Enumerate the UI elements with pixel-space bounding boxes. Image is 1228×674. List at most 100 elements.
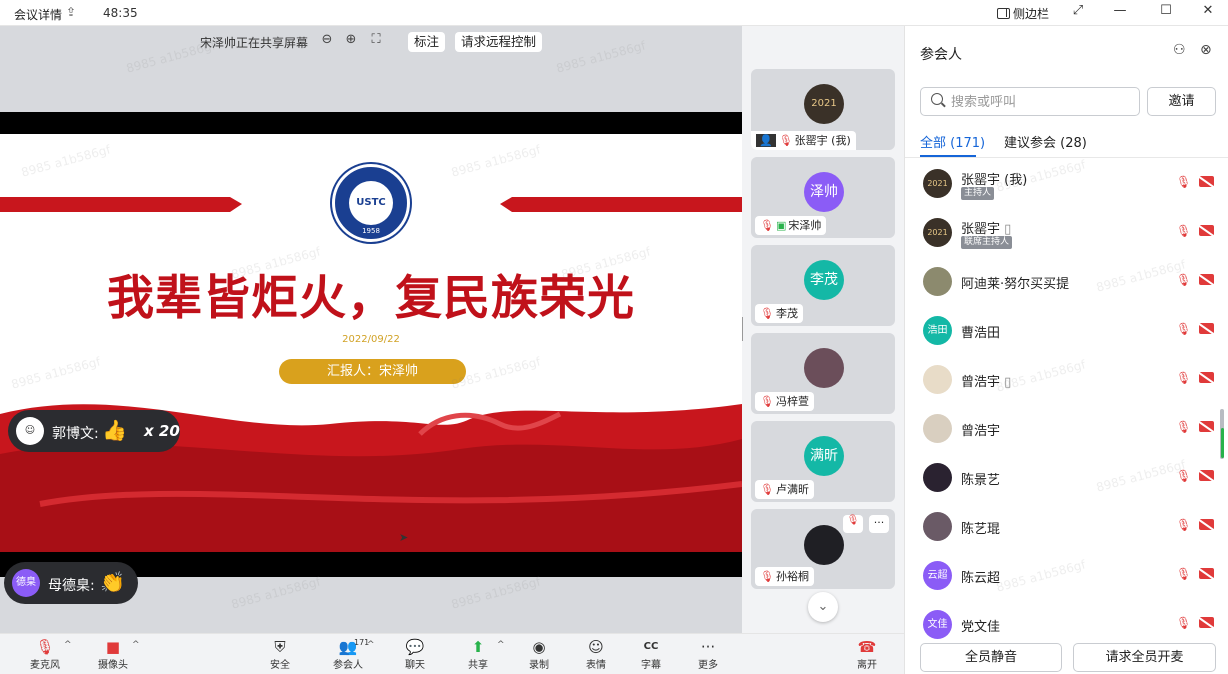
mic-off-icon[interactable]: 🎙	[1176, 322, 1191, 336]
video-tile[interactable]: 🎙 ··· 🎙 孙裕桐	[751, 509, 895, 589]
mic-off-icon[interactable]: 🎙	[843, 515, 863, 533]
mic-button[interactable]: 🎙 麦克风 ^	[20, 638, 72, 671]
meeting-info-button[interactable]: 会议详情	[14, 6, 62, 23]
video-tile[interactable]: 🎙 冯梓萱	[751, 333, 895, 414]
video-tile[interactable]: 满昕 🎙 卢满昕	[751, 421, 895, 502]
camera-button[interactable]: ■ 摄像头 ^	[88, 638, 140, 671]
participants-button[interactable]: 👥 参会人 171 ^	[323, 638, 375, 671]
participants-label: 参会人	[333, 660, 363, 671]
participant-row[interactable]: 阿迪莱·努尔买买提 🎙	[905, 257, 1228, 306]
record-button[interactable]: ◉ 录制	[514, 638, 564, 671]
mic-off-icon[interactable]: 🎙	[1176, 224, 1191, 238]
chevron-up-icon[interactable]: ^	[64, 640, 72, 650]
share-icon[interactable]: ⇪	[66, 5, 76, 19]
presentation-slide: USTC 1958 我辈皆炬火，复民族荣光 2022/09/22 汇报人：宋泽帅	[0, 112, 742, 577]
mic-off-icon[interactable]: 🎙	[1176, 518, 1191, 532]
avatar: 李茂	[804, 260, 844, 300]
participant-row[interactable]: 浩田 曹浩田 🎙	[905, 306, 1228, 355]
leave-icon: ☎	[857, 638, 877, 656]
camera-off-icon[interactable]	[1199, 274, 1214, 285]
mic-off-icon[interactable]: 🎙	[1176, 469, 1191, 483]
camera-off-icon[interactable]	[1199, 421, 1214, 432]
watermark: 8985 a1b586gf	[449, 574, 542, 612]
camera-off-icon[interactable]	[1199, 617, 1214, 628]
request-unmute-all-button[interactable]: 请求全员开麦	[1073, 643, 1216, 672]
self-icon: 👤	[756, 134, 776, 147]
participant-row[interactable]: 文佳 党文佳 🎙	[905, 600, 1228, 639]
minimize-icon[interactable]: —	[1110, 3, 1130, 18]
invite-button[interactable]: 邀请	[1147, 87, 1216, 116]
close-icon[interactable]: ✕	[1198, 3, 1218, 18]
sidebar-toggle-label: 侧边栏	[1013, 7, 1050, 21]
gallery-scroll-down-button[interactable]: ⌄	[808, 592, 838, 622]
divider	[905, 157, 1228, 158]
mute-all-button[interactable]: 全员静音	[920, 643, 1062, 672]
participant-name: 陈艺琨	[961, 522, 1001, 537]
phone-device-icon: ▯	[1004, 222, 1012, 237]
chat-label: 聊天	[405, 660, 425, 671]
share-screen-button[interactable]: ⬆ 共享 ^	[453, 638, 505, 671]
mic-off-icon[interactable]: 🎙	[1176, 371, 1191, 385]
role-badge: 联席主持人	[961, 236, 1013, 249]
avatar: 满昕	[804, 436, 844, 476]
avatar: 泽帅	[804, 172, 844, 212]
tile-name: 张罂宇 (我)	[794, 134, 851, 147]
sidebar-toggle-button[interactable]: 侧边栏	[997, 5, 1049, 22]
camera-off-icon[interactable]	[1199, 519, 1214, 530]
chat-button[interactable]: 💬 聊天	[390, 638, 440, 671]
fit-screen-icon[interactable]: ⛶	[367, 32, 385, 50]
zoom-in-icon[interactable]: ⊕	[342, 32, 360, 50]
tile-label: 🎙 孙裕桐	[755, 567, 814, 586]
tile-name: 卢满昕	[775, 483, 809, 496]
participant-row[interactable]: 陈景艺 🎙	[905, 453, 1228, 502]
leave-label: 离开	[857, 660, 877, 671]
camera-off-icon[interactable]	[1199, 176, 1214, 187]
captions-button[interactable]: CC 字幕	[626, 638, 676, 671]
more-icon[interactable]: ···	[869, 515, 889, 533]
tab-suggested[interactable]: 建议参会 (28)	[1004, 132, 1087, 151]
video-tile[interactable]: 2021 👤 🎙 张罂宇 (我)	[751, 69, 895, 150]
zoom-out-icon[interactable]: ⊖	[318, 32, 336, 50]
manage-participants-icon[interactable]: ⚇	[1173, 42, 1186, 58]
participant-row[interactable]: 2021 张罂宇 ▯ 联席主持人 🎙	[905, 208, 1228, 257]
panel-title: 参会人	[920, 47, 962, 63]
mic-off-icon: 🎙	[760, 219, 774, 232]
mic-off-icon[interactable]: 🎙	[1176, 616, 1191, 630]
video-tile[interactable]: 泽帅 🎙 ▣ 宋泽帅	[751, 157, 895, 238]
mic-off-icon[interactable]: 🎙	[1176, 420, 1191, 434]
more-button[interactable]: ··· 更多	[683, 638, 733, 671]
tab-all[interactable]: 全部 (171)	[920, 132, 985, 151]
mic-off-icon[interactable]: 🎙	[1176, 175, 1191, 189]
camera-off-icon[interactable]	[1199, 372, 1214, 383]
close-panel-icon[interactable]: ⊗	[1200, 42, 1212, 58]
fullscreen-icon[interactable]: ⤢	[1068, 3, 1088, 18]
video-tile[interactable]: 李茂 🎙 李茂	[751, 245, 895, 326]
chevron-up-icon[interactable]: ^	[367, 640, 375, 650]
chevron-up-icon[interactable]: ^	[132, 640, 140, 650]
tile-name: 宋泽帅	[788, 219, 822, 232]
mic-off-icon: 🎙	[760, 395, 774, 408]
tile-name: 李茂	[775, 307, 798, 320]
participant-row[interactable]: 曾浩宇 ▯ 🎙	[905, 355, 1228, 404]
camera-off-icon[interactable]	[1199, 470, 1214, 481]
remote-control-button[interactable]: 请求远程控制	[455, 32, 543, 52]
participant-row[interactable]: 云超 陈云超 🎙	[905, 551, 1228, 600]
emoji-button[interactable]: ☺ 表情	[571, 638, 621, 671]
mic-off-icon[interactable]: 🎙	[1176, 273, 1191, 287]
security-button[interactable]: ⛨ 安全	[255, 638, 305, 671]
participant-row[interactable]: 曾浩宇 🎙	[905, 404, 1228, 453]
participant-row[interactable]: 2021 张罂宇 (我) 主持人 🎙	[905, 159, 1228, 208]
camera-off-icon[interactable]	[1199, 568, 1214, 579]
participant-search[interactable]	[920, 87, 1140, 116]
annotate-button[interactable]: 标注	[408, 32, 446, 52]
mic-off-icon[interactable]: 🎙	[1176, 567, 1191, 581]
maximize-icon[interactable]: ☐	[1156, 3, 1176, 18]
leave-button[interactable]: ☎ 离开	[842, 638, 892, 671]
clap-icon: 👏	[100, 570, 125, 594]
reaction-bubble: ☺ 郭博文: 👍 x 20	[8, 410, 180, 452]
search-input[interactable]	[951, 92, 1131, 112]
chevron-up-icon[interactable]: ^	[497, 640, 505, 650]
camera-off-icon[interactable]	[1199, 225, 1214, 236]
camera-off-icon[interactable]	[1199, 323, 1214, 334]
participant-row[interactable]: 陈艺琨 🎙	[905, 502, 1228, 551]
